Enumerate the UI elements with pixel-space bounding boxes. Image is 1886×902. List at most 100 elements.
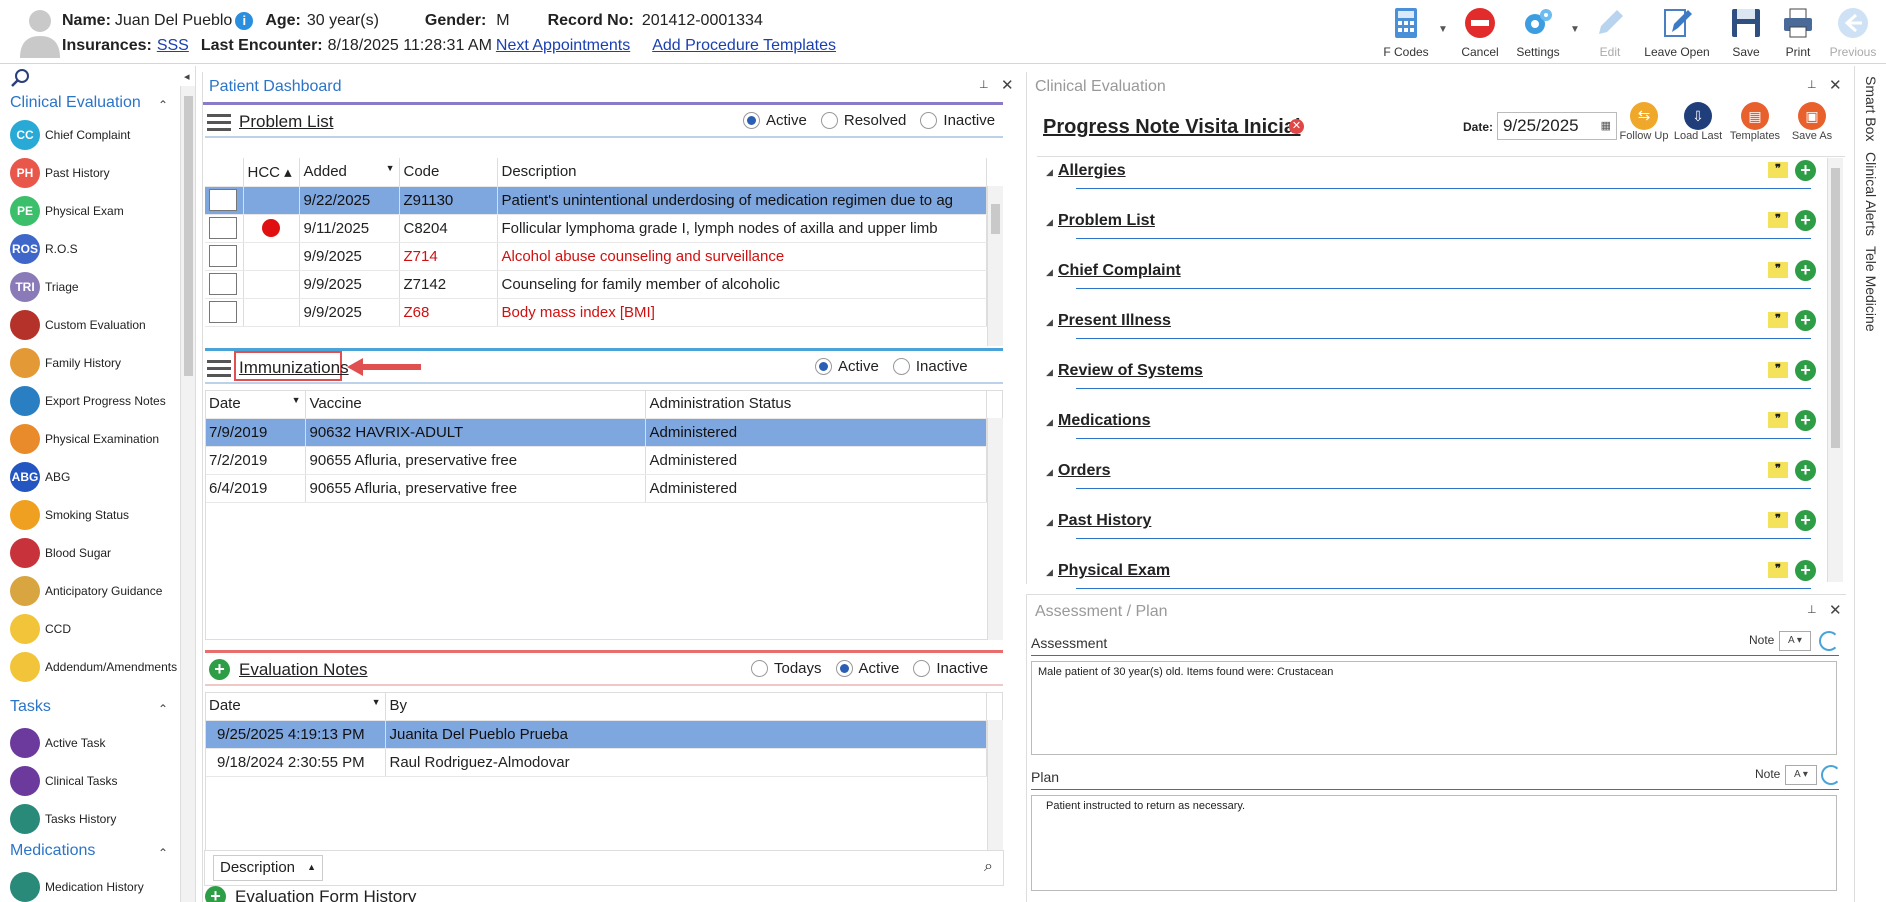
sidebar-item-medication-history[interactable]: Medication History <box>10 870 144 902</box>
sidebar-scrollbar[interactable] <box>180 86 195 902</box>
row-checkbox[interactable] <box>209 301 237 323</box>
next-appointments-link[interactable]: Next Appointments <box>496 37 630 55</box>
tab-clinical-alerts[interactable]: Clinical Alerts <box>1863 152 1879 236</box>
sidebar-item-smoking-status[interactable]: Smoking Status <box>10 498 129 532</box>
insurance-link[interactable]: SSS <box>157 37 189 55</box>
expand-triangle-icon[interactable]: ◢ <box>1046 567 1053 578</box>
section-orders[interactable]: ◢ Orders ❞ + <box>1046 456 1836 496</box>
sidebar-item-anticipatory-guidance[interactable]: Anticipatory Guidance <box>10 574 162 608</box>
date-input[interactable]: 9/25/2025 ▦ <box>1497 112 1617 140</box>
close-icon[interactable]: ✕ <box>1001 76 1014 94</box>
section-allergies[interactable]: ◢ Allergies ❞ + <box>1046 156 1836 196</box>
table-row[interactable]: 9/11/2025 C8204 Follicular lymphoma grade … <box>205 214 987 243</box>
radio-active[interactable]: Active <box>815 358 879 375</box>
sidebar-item-triage[interactable]: TRI Triage <box>10 270 79 304</box>
fcodes-button[interactable]: F Codes <box>1376 4 1436 60</box>
follow-up-button[interactable]: ⇆ Follow Up <box>1619 102 1669 142</box>
add-evaluation-form-icon[interactable]: + <box>205 886 226 902</box>
radio-inactive[interactable]: Inactive <box>920 112 995 129</box>
quote-icon[interactable]: ❞ <box>1768 262 1788 278</box>
table-row[interactable]: 9/25/2025 4:19:13 PM Juanita Del Pueblo P… <box>205 720 987 749</box>
section-label[interactable]: Problem List <box>1058 212 1155 230</box>
assessment-textarea[interactable]: Male patient of 30 year(s) old. Items fo… <box>1031 661 1837 755</box>
radio-inactive[interactable]: Inactive <box>892 358 968 375</box>
section-problem-list[interactable]: ◢ Problem List ❞ + <box>1046 206 1836 246</box>
add-icon[interactable]: + <box>1795 260 1816 281</box>
save-button[interactable]: Save <box>1718 4 1774 60</box>
table-row[interactable]: 7/9/2019 90632 HAVRIX-ADULT Administered <box>205 418 987 447</box>
remove-note-icon[interactable]: ✕ <box>1289 119 1304 134</box>
collapse-sidebar-icon[interactable]: ◂ <box>184 70 190 83</box>
save-as-button[interactable]: ▣ Save As <box>1785 102 1839 142</box>
radio-active[interactable]: Active <box>743 112 807 129</box>
evaluation-form-history-title[interactable]: Evaluation Form History <box>235 887 416 902</box>
expand-triangle-icon[interactable]: ◢ <box>1046 467 1053 478</box>
pin-icon[interactable]: ⊥ <box>979 78 989 91</box>
print-button[interactable]: Print <box>1770 4 1826 60</box>
clinical-evaluation-group-title[interactable]: Clinical Evaluation <box>10 94 141 112</box>
section-label[interactable]: Medications <box>1058 412 1150 430</box>
add-icon[interactable]: + <box>1795 360 1816 381</box>
tasks-group-title[interactable]: Tasks <box>10 698 51 716</box>
sidebar-item-addendum-amendments[interactable]: Addendum/Amendments <box>10 650 177 684</box>
immunizations-title[interactable]: Immunizations <box>239 358 349 378</box>
radio-active[interactable]: Active <box>835 660 899 677</box>
radio-todays[interactable]: Todays <box>751 660 822 677</box>
quote-icon[interactable]: ❞ <box>1768 162 1788 178</box>
info-icon[interactable]: i <box>235 12 254 30</box>
quote-icon[interactable]: ❞ <box>1768 512 1788 528</box>
calendar-icon[interactable]: ▦ <box>1601 119 1611 132</box>
close-icon[interactable]: ✕ <box>1829 76 1842 94</box>
expand-triangle-icon[interactable]: ◢ <box>1046 417 1053 428</box>
problem-list-scrollbar[interactable] <box>987 186 1003 346</box>
edit-button[interactable]: Edit <box>1580 4 1640 60</box>
expand-triangle-icon[interactable]: ◢ <box>1046 167 1053 178</box>
chevron-up-icon[interactable]: ⌃ <box>158 98 168 112</box>
sidebar-item-custom-evaluation[interactable]: Custom Evaluation <box>10 308 146 342</box>
quote-icon[interactable]: ❞ <box>1768 562 1788 578</box>
row-checkbox-cell[interactable] <box>205 270 244 299</box>
templates-button[interactable]: ▤ Templates <box>1727 102 1783 142</box>
add-icon[interactable]: + <box>1795 510 1816 531</box>
load-last-button[interactable]: ⇩ Load Last <box>1673 102 1723 142</box>
tab-tele-medicine[interactable]: Tele Medicine <box>1863 246 1879 332</box>
section-past-history[interactable]: ◢ Past History ❞ + <box>1046 506 1836 546</box>
section-label[interactable]: Present Illness <box>1058 312 1171 330</box>
menu-icon[interactable] <box>207 358 231 378</box>
leave-open-button[interactable]: Leave Open <box>1642 4 1712 60</box>
sidebar-item-physical-exam[interactable]: PE Physical Exam <box>10 194 124 228</box>
quote-icon[interactable]: ❞ <box>1768 462 1788 478</box>
add-icon[interactable]: + <box>1795 210 1816 231</box>
row-checkbox[interactable] <box>209 273 237 295</box>
sidebar-item-ccd[interactable]: CCD <box>10 612 71 646</box>
row-checkbox[interactable] <box>209 245 237 267</box>
table-row[interactable]: 9/18/2024 2:30:55 PM Raul Rodriguez-Almod… <box>205 748 987 777</box>
row-checkbox-cell[interactable] <box>205 242 244 271</box>
quote-icon[interactable]: ❞ <box>1768 412 1788 428</box>
column-header-hcc[interactable]: HCC ▴ <box>243 158 300 187</box>
table-row[interactable]: 9/9/2025 Z714 Alcohol abuse counseling and… <box>205 242 987 271</box>
expand-triangle-icon[interactable]: ◢ <box>1046 217 1053 228</box>
row-checkbox[interactable] <box>209 217 237 239</box>
pin-icon[interactable]: ⊥ <box>1807 603 1817 616</box>
tab-smart-box[interactable]: Smart Box <box>1863 76 1879 141</box>
column-header-administration-status[interactable]: Administration Status <box>645 390 987 419</box>
section-label[interactable]: Review of Systems <box>1058 362 1203 380</box>
column-header-date[interactable]: Date ▼ <box>205 390 306 419</box>
column-header-by[interactable]: By <box>385 692 987 721</box>
section-label[interactable]: Orders <box>1058 462 1110 480</box>
search-icon[interactable] <box>10 68 30 88</box>
problem-list-title[interactable]: Problem List <box>239 112 333 132</box>
section-physical-exam[interactable]: ◢ Physical Exam ❞ + <box>1046 556 1836 596</box>
add-icon[interactable]: + <box>1795 460 1816 481</box>
evaluation-notes-title[interactable]: Evaluation Notes <box>239 660 368 680</box>
section-review-of-systems[interactable]: ◢ Review of Systems ❞ + <box>1046 356 1836 396</box>
sidebar-item-chief-complaint[interactable]: CC Chief Complaint <box>10 118 130 152</box>
settings-button[interactable]: Settings <box>1508 4 1568 60</box>
search-icon[interactable]: ⌕ <box>984 858 993 876</box>
plan-textarea[interactable]: Patient instructed to return as necessar… <box>1031 795 1837 891</box>
section-label[interactable]: Chief Complaint <box>1058 262 1181 280</box>
row-checkbox[interactable] <box>209 189 237 211</box>
add-icon[interactable]: + <box>1795 160 1816 181</box>
add-icon[interactable]: + <box>1795 310 1816 331</box>
